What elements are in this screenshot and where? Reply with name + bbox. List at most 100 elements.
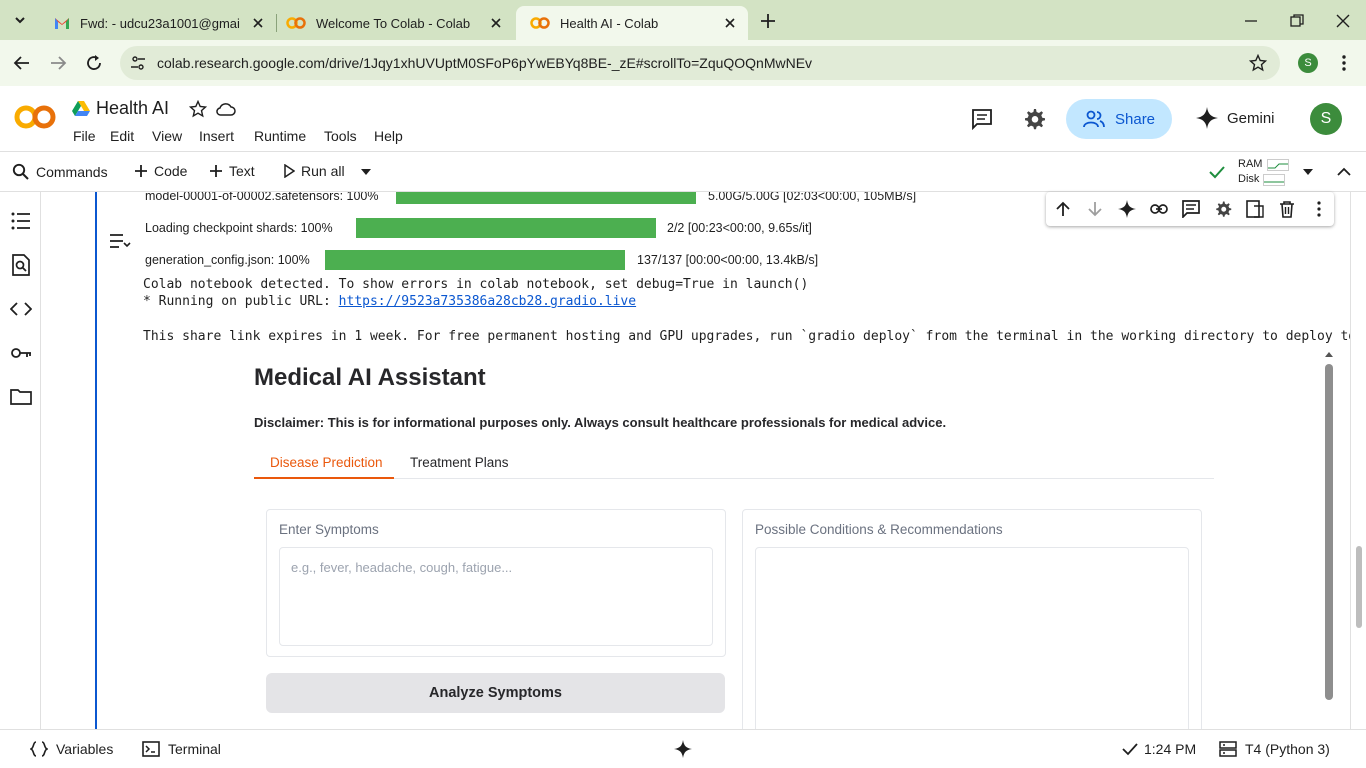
- share-label: Share: [1115, 110, 1156, 128]
- symptoms-textarea[interactable]: e.g., fever, headache, cough, fatigue...: [279, 547, 713, 646]
- comments-icon[interactable]: [971, 108, 993, 130]
- gemini-sparkle-icon[interactable]: [1118, 200, 1136, 218]
- move-down-icon[interactable]: [1086, 200, 1104, 218]
- execution-status[interactable]: 1:24 PM: [1122, 741, 1196, 757]
- menu-file[interactable]: File: [73, 128, 96, 144]
- mirror-cell-icon[interactable]: [1246, 200, 1264, 218]
- settings-gear-icon[interactable]: [1022, 107, 1046, 131]
- add-code-button[interactable]: Code: [134, 163, 187, 179]
- scroll-up-arrow-icon[interactable]: [1324, 350, 1334, 358]
- notebook-toolbar: Commands Code Text Run all RAM Disk: [0, 152, 1366, 192]
- menu-insert[interactable]: Insert: [199, 128, 234, 144]
- delete-icon[interactable]: [1278, 200, 1296, 218]
- terminal-button[interactable]: Terminal: [142, 741, 221, 757]
- google-drive-icon[interactable]: [72, 100, 90, 116]
- tab-search-button[interactable]: [10, 10, 30, 30]
- analyze-symptoms-button[interactable]: Analyze Symptoms: [266, 673, 725, 713]
- terminal-label: Terminal: [168, 741, 221, 757]
- find-replace-icon[interactable]: [10, 254, 32, 276]
- progress-label: generation_config.json: 100%: [145, 253, 310, 267]
- share-button[interactable]: Share: [1066, 99, 1172, 139]
- menu-tools[interactable]: Tools: [324, 128, 357, 144]
- collapse-chevron-up-icon[interactable]: [1336, 164, 1352, 180]
- table-of-contents-icon[interactable]: [10, 210, 32, 232]
- output-line-public-url: * Running on public URL: https://9523a73…: [143, 294, 636, 309]
- restore-icon[interactable]: [1288, 12, 1306, 30]
- star-icon[interactable]: [189, 100, 207, 118]
- menu-view[interactable]: View: [152, 128, 182, 144]
- tab-gmail[interactable]: Fwd: - udcu23a1001@gmail.com: [40, 6, 276, 40]
- files-folder-icon[interactable]: [10, 386, 32, 408]
- menu-runtime[interactable]: Runtime: [254, 128, 306, 144]
- gemini-sparkle-icon: [1196, 107, 1218, 129]
- browser-tab-strip: Fwd: - udcu23a1001@gmail.com Welcome To …: [0, 0, 1366, 40]
- colab-icon: [286, 17, 306, 29]
- url-bar[interactable]: colab.research.google.com/drive/1Jqy1xhU…: [120, 46, 1280, 80]
- disk-label: Disk: [1238, 173, 1260, 185]
- tab-title: Fwd: - udcu23a1001@gmail.com: [80, 15, 240, 31]
- dropdown-arrow-icon[interactable]: [360, 167, 372, 177]
- add-text-button[interactable]: Text: [209, 163, 255, 179]
- gmail-icon: [55, 18, 69, 29]
- browser-profile-avatar[interactable]: S: [1298, 53, 1318, 73]
- ram-row: RAM: [1238, 157, 1290, 172]
- output-actions-icon[interactable]: [109, 232, 131, 250]
- tab-disease-prediction[interactable]: Disease Prediction: [270, 455, 383, 470]
- comment-icon[interactable]: [1182, 200, 1200, 218]
- notebook-scrollbar-thumb[interactable]: [1356, 546, 1362, 628]
- commands-button[interactable]: Commands: [12, 163, 108, 181]
- resources-indicator[interactable]: RAM Disk: [1238, 157, 1290, 187]
- move-up-icon[interactable]: [1054, 200, 1072, 218]
- settings-gear-icon[interactable]: [1214, 200, 1232, 218]
- colab-icon: [530, 17, 550, 29]
- check-icon: [1122, 743, 1138, 756]
- progress-stats: 5.00G/5.00G [02:03<00:00, 105MB/s]: [708, 192, 917, 203]
- output-line-share-expires: This share link expires in 1 week. For f…: [143, 329, 1351, 344]
- back-icon[interactable]: [12, 53, 32, 73]
- progress-label: model-00001-of-00002.safetensors: 100%: [145, 192, 379, 203]
- app-tab-bar: Disease Prediction Treatment Plans: [254, 447, 1214, 479]
- close-icon[interactable]: [488, 15, 504, 31]
- tab-welcome-colab[interactable]: Welcome To Colab - Colab: [272, 6, 514, 40]
- output-line-colab-detected: Colab notebook detected. To show errors …: [143, 277, 809, 292]
- more-vert-icon[interactable]: [1310, 200, 1328, 218]
- new-tab-icon[interactable]: [759, 12, 777, 30]
- tab-health-ai[interactable]: Health AI - Colab: [516, 6, 748, 40]
- add-text-label: Text: [229, 163, 255, 179]
- close-icon[interactable]: [250, 15, 266, 31]
- tab-title: Welcome To Colab - Colab: [316, 15, 471, 31]
- menu-help[interactable]: Help: [374, 128, 403, 144]
- runtime-indicator[interactable]: T4 (Python 3): [1219, 741, 1330, 757]
- dropdown-arrow-icon[interactable]: [1302, 167, 1314, 177]
- close-icon[interactable]: [722, 15, 738, 31]
- notebook-title[interactable]: Health AI: [96, 98, 169, 119]
- colab-logo-icon[interactable]: [14, 104, 56, 130]
- tab-treatment-plans[interactable]: Treatment Plans: [410, 455, 509, 470]
- progress-stats: 2/2 [00:23<00:00, 9.65s/it]: [667, 221, 812, 235]
- disk-row: Disk: [1238, 172, 1289, 187]
- variables-label: Variables: [56, 741, 114, 757]
- menu-edit[interactable]: Edit: [110, 128, 134, 144]
- plus-icon: [135, 165, 147, 177]
- bookmark-star-icon[interactable]: [1249, 54, 1267, 72]
- gemini-button[interactable]: Gemini: [1196, 107, 1275, 129]
- account-avatar[interactable]: S: [1310, 103, 1342, 135]
- close-window-icon[interactable]: [1334, 12, 1352, 30]
- progress-label: Loading checkpoint shards: 100%: [145, 221, 333, 235]
- output-scrollbar-thumb[interactable]: [1325, 364, 1333, 700]
- reload-icon[interactable]: [84, 53, 104, 73]
- results-textarea[interactable]: [755, 547, 1189, 729]
- gemini-sparkle-icon[interactable]: [674, 740, 692, 758]
- minimize-icon[interactable]: [1242, 12, 1260, 30]
- forward-icon[interactable]: [48, 53, 68, 73]
- variables-button[interactable]: Variables: [30, 741, 113, 757]
- site-settings-icon[interactable]: [130, 55, 146, 71]
- secrets-key-icon[interactable]: [10, 342, 32, 364]
- link-icon[interactable]: [1150, 200, 1168, 218]
- run-all-button[interactable]: Run all: [283, 163, 345, 179]
- run-all-label: Run all: [301, 163, 345, 179]
- progress-stats: 137/137 [00:00<00:00, 13.4kB/s]: [637, 253, 819, 267]
- public-url-link[interactable]: https://9523a735386a28cb28.gradio.live: [339, 294, 636, 309]
- more-vert-icon[interactable]: [1334, 53, 1354, 73]
- code-snippets-icon[interactable]: [10, 298, 32, 320]
